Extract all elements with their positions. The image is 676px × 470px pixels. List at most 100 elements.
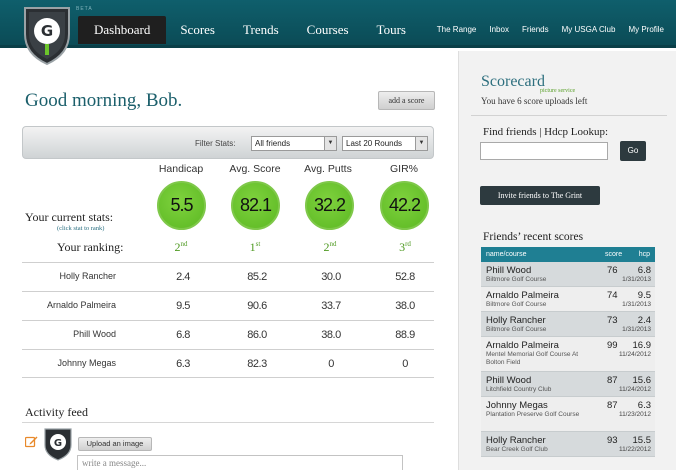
link-my-profile[interactable]: My Profile [628,25,664,34]
player-name[interactable]: Johnny Megas [486,400,548,411]
ranking-label: Your ranking: [57,240,124,254]
score-date: 1/31/2013 [622,276,651,283]
link-inbox[interactable]: Inbox [489,25,509,34]
friend-name[interactable]: Holly Rancher [59,271,116,281]
rank-avg-putts: 2nd [323,240,337,254]
stat-circle-avg-score[interactable]: 82.1 [231,181,280,230]
table-row[interactable]: Johnny Megas Plantation Preserve Golf Co… [481,397,655,432]
header-score: score [605,251,623,258]
player-name[interactable]: Phill Wood [486,265,531,276]
nav-tours[interactable]: Tours [363,16,420,44]
table-row[interactable]: Phill Wood Litchfield Country Club 87 15… [481,372,655,397]
top-navigation-bar: BETA Dashboard Scores Trends Courses Tou… [0,0,676,48]
divider [471,115,667,116]
link-the-range[interactable]: The Range [437,25,477,34]
go-button[interactable]: Go [620,141,646,161]
score-value: 76 [607,265,618,276]
add-score-button[interactable]: add a score [378,91,435,110]
recent-scores-table: name/course score hcp Phill Wood Biltmor… [481,247,655,457]
filter-stats-bar: Filter Stats: All friends ▼ Last 20 Roun… [22,126,434,159]
table-row: Holly Rancher 2.4 85.2 30.0 52.8 [22,262,434,291]
beta-label: BETA [76,6,93,12]
table-row[interactable]: Arnaldo Palmeira Biltmore Golf Course 74… [481,287,655,312]
uploads-left-text: You have 6 score uploads left [481,96,588,106]
stat-head-avg-score: Avg. Score [229,163,281,175]
stat-head-gir: GIR% [389,163,418,175]
score-date: 11/24/2012 [618,351,651,358]
friend-avg-score: 85.2 [247,271,267,283]
score-date: 1/31/2013 [622,301,651,308]
hcp-value: 15.5 [632,435,652,446]
edit-pencil-icon[interactable] [25,435,38,448]
hcp-value: 6.3 [637,400,651,411]
table-row: Arnaldo Palmeira 9.5 90.6 33.7 38.0 [22,291,434,320]
friend-name[interactable]: Arnaldo Palmeira [47,300,116,310]
chevron-down-icon: ▼ [415,137,427,150]
score-date: 11/22/2012 [618,446,651,453]
score-date: 11/23/2012 [618,411,651,418]
friends-filter-value: All friends [255,139,291,148]
table-row[interactable]: Arnaldo Palmeira Mentel Memorial Golf Co… [481,337,655,372]
nav-dashboard[interactable]: Dashboard [78,16,167,44]
message-input[interactable]: write a message... [77,455,403,470]
friends-stats-table: Holly Rancher 2.4 85.2 30.0 52.8 Arnaldo… [22,262,434,378]
friend-avg-putts: 0 [328,358,334,370]
click-stat-hint[interactable]: (click stat to rank) [57,225,104,232]
player-name[interactable]: Holly Rancher [486,435,546,446]
friend-avg-score: 82.3 [247,358,267,370]
header-hcp: hcp [638,251,650,258]
upload-image-button[interactable]: Upload an image [78,437,152,451]
course-name: Plantation Preserve Golf Course [486,411,580,418]
filter-label: Filter Stats: [195,139,236,148]
player-name[interactable]: Phill Wood [486,375,531,386]
stat-circle-gir[interactable]: 42.2 [380,181,429,230]
rounds-filter-value: Last 20 Rounds [346,139,403,148]
table-header: name/course score hcp [481,247,655,262]
hcp-value: 2.4 [637,315,651,326]
friend-name[interactable]: Phill Wood [73,329,116,339]
friend-gir: 0 [402,358,408,370]
nav-trends[interactable]: Trends [229,16,293,44]
scorecard-title[interactable]: Scorecard [481,73,545,91]
friends-filter-select[interactable]: All friends ▼ [251,136,337,151]
friend-gir: 38.0 [395,300,415,312]
friend-handicap: 6.8 [176,329,190,341]
invite-friends-button[interactable]: Invite friends to The Grint [480,186,600,205]
hcp-value: 15.6 [632,375,652,386]
table-row[interactable]: Phill Wood Biltmore Golf Course 76 6.8 1… [481,262,655,287]
hcp-value: 16.9 [632,340,652,351]
score-value: 99 [607,340,618,351]
right-sidebar: Scorecard picture service You have 6 sco… [458,51,676,470]
player-name[interactable]: Arnaldo Palmeira [486,340,559,351]
course-name: Biltmore Golf Course [486,326,547,333]
rounds-filter-select[interactable]: Last 20 Rounds ▼ [342,136,428,151]
table-row[interactable]: Holly Rancher Bear Creek Golf Club 93 15… [481,432,655,457]
link-my-usga-club[interactable]: My USGA Club [562,25,616,34]
player-name[interactable]: Arnaldo Palmeira [486,290,559,301]
stat-circle-handicap[interactable]: 5.5 [157,181,206,230]
find-friends-input[interactable] [480,142,608,160]
friend-avg-putts: 38.0 [321,329,341,341]
table-row: Johnny Megas 6.3 82.3 0 0 [22,349,434,378]
table-row[interactable]: Holly Rancher Biltmore Golf Course 73 2.… [481,312,655,337]
friend-handicap: 9.5 [176,300,190,312]
grint-logo-icon[interactable]: G [22,4,72,66]
nav-scores[interactable]: Scores [166,16,229,44]
utility-links: The Range Inbox Friends My USGA Club My … [437,25,664,34]
activity-feed-title: Activity feed [25,405,88,419]
rank-avg-score: 1st [249,240,261,254]
rank-handicap: 2nd [174,240,188,254]
nav-courses[interactable]: Courses [293,16,363,44]
hcp-value: 6.8 [637,265,651,276]
score-value: 74 [607,290,618,301]
friend-name[interactable]: Johnny Megas [57,358,116,368]
chevron-down-icon: ▼ [324,137,336,150]
link-friends[interactable]: Friends [522,25,549,34]
current-stats-label: Your current stats: [25,210,114,224]
player-name[interactable]: Holly Rancher [486,315,546,326]
greeting-heading: Good morning, Bob. [25,90,183,111]
score-date: 1/31/2013 [622,326,651,333]
header-name-course: name/course [486,251,527,258]
stat-circle-avg-putts[interactable]: 32.2 [305,181,354,230]
find-friends-title: Find friends | Hdcp Lookup: [483,126,609,138]
